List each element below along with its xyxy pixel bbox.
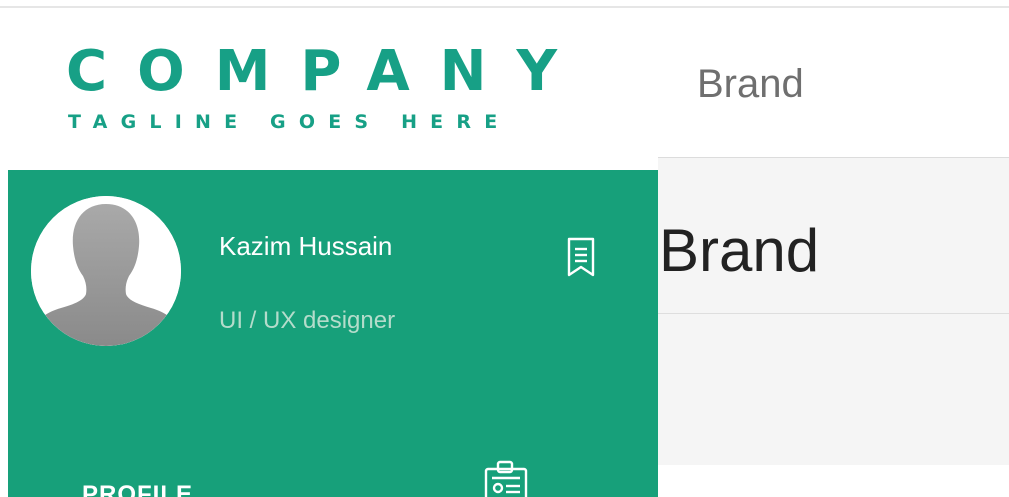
page: COMPANY TAGLINE GOES HERE Brand Brand Ka… (0, 0, 1009, 497)
user-silhouette-icon (31, 196, 181, 346)
user-name: Kazim Hussain (219, 231, 393, 261)
sidebar-item-label: PROFILE (82, 481, 194, 497)
avatar[interactable] (31, 196, 181, 346)
logo-wordmark: COMPANY (66, 39, 588, 104)
brand-heading: Brand (659, 217, 820, 284)
sidebar-item-profile[interactable]: PROFILE (8, 460, 658, 497)
company-logo[interactable]: COMPANY TAGLINE GOES HERE (66, 40, 586, 140)
sidebar: Kazim Hussain UI / UX designer PROFILE (8, 170, 658, 497)
bookmark-icon[interactable] (565, 236, 597, 278)
top-divider (0, 6, 1009, 8)
main-content-panel (658, 157, 1009, 465)
navbar-brand-link[interactable]: Brand (697, 60, 804, 108)
id-card-icon (476, 460, 536, 497)
content-divider (658, 313, 1009, 314)
logo-tagline: TAGLINE GOES HERE (68, 111, 511, 133)
user-role: UI / UX designer (219, 307, 396, 334)
